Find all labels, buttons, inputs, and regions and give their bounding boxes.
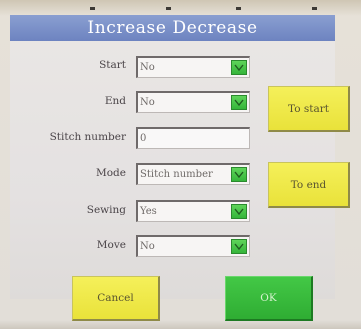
- move-value: No: [140, 241, 155, 252]
- bezel-mark: [166, 7, 171, 10]
- chevron-down-icon[interactable]: [231, 167, 247, 182]
- ok-button[interactable]: OK: [225, 276, 313, 321]
- dialog-title: Increase Decrease: [10, 15, 335, 41]
- sewing-value: Yes: [140, 206, 157, 217]
- stitch-number-label: Stitch number: [49, 131, 126, 143]
- stitch-number-input[interactable]: 0: [136, 127, 250, 149]
- start-dropdown[interactable]: No: [136, 56, 250, 78]
- chevron-down-icon[interactable]: [231, 239, 247, 254]
- start-label: Start: [99, 59, 126, 71]
- end-label: End: [104, 95, 126, 107]
- end-dropdown[interactable]: No: [136, 91, 250, 113]
- start-value: No: [140, 62, 155, 73]
- stitch-number-value: 0: [140, 133, 147, 144]
- move-dropdown[interactable]: No: [136, 235, 250, 257]
- cancel-button[interactable]: Cancel: [72, 276, 160, 321]
- end-value: No: [140, 97, 155, 108]
- mode-value: Stitch number: [140, 169, 213, 180]
- sewing-label: Sewing: [86, 204, 126, 216]
- bezel-mark: [236, 7, 241, 10]
- mode-label: Mode: [95, 167, 126, 179]
- to-end-button[interactable]: To end: [268, 162, 350, 208]
- bezel-mark: [312, 7, 317, 10]
- chevron-down-icon[interactable]: [231, 60, 247, 75]
- sewing-dropdown[interactable]: Yes: [136, 200, 250, 222]
- bezel-mark: [90, 7, 95, 10]
- to-start-button[interactable]: To start: [268, 86, 350, 132]
- move-label: Move: [96, 239, 126, 251]
- mode-dropdown[interactable]: Stitch number: [136, 163, 250, 185]
- chevron-down-icon[interactable]: [231, 204, 247, 219]
- chevron-down-icon[interactable]: [231, 95, 247, 110]
